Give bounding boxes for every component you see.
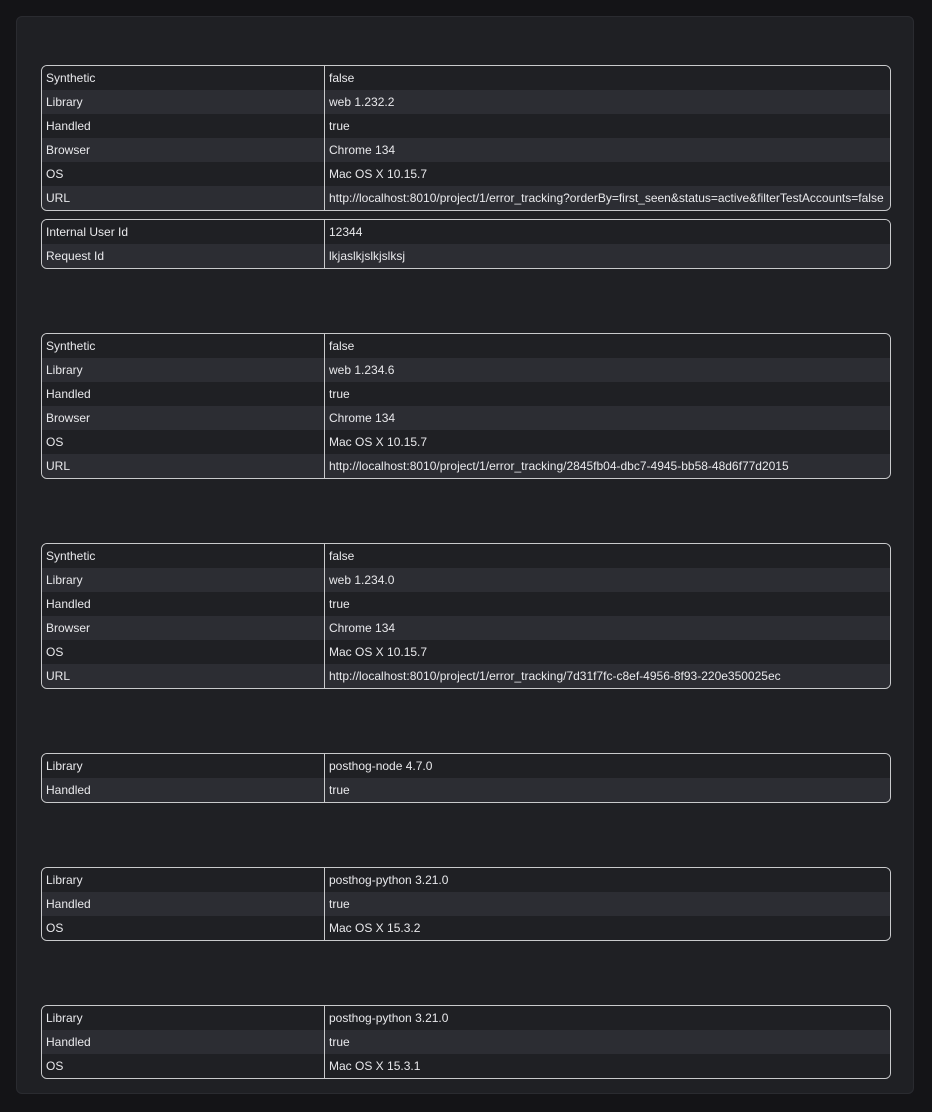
property-key: Library xyxy=(42,90,325,114)
property-row: Handled true xyxy=(42,1030,890,1054)
property-row: URL http://localhost:8010/project/1/erro… xyxy=(42,186,890,210)
property-key: Synthetic xyxy=(42,334,325,358)
property-key: Library xyxy=(42,1006,325,1030)
property-row: OS Mac OS X 10.15.7 xyxy=(42,640,890,664)
property-value: Mac OS X 10.15.7 xyxy=(329,645,428,659)
property-key: Handled xyxy=(42,114,325,138)
property-key: Handled xyxy=(42,892,325,916)
property-row: OS Mac OS X 10.15.7 xyxy=(42,162,890,186)
properties-table: Library posthog-python 3.21.0 Handled tr… xyxy=(41,1005,891,1079)
property-value: false xyxy=(329,71,355,85)
property-key: Handled xyxy=(42,778,325,802)
properties-table: Synthetic false Library web 1.234.0 Hand… xyxy=(41,543,891,689)
property-row: Handled true xyxy=(42,778,890,802)
property-row: Handled true xyxy=(42,592,890,616)
property-value: false xyxy=(329,339,355,353)
property-row: OS Mac OS X 15.3.1 xyxy=(42,1054,890,1078)
property-key: Internal User Id xyxy=(42,220,325,244)
property-value: true xyxy=(329,597,350,611)
property-row: Handled true xyxy=(42,892,890,916)
property-value: lkjaslkjslkjslksj xyxy=(329,249,406,263)
property-key: Browser xyxy=(42,616,325,640)
property-value: Mac OS X 10.15.7 xyxy=(329,435,428,449)
property-row: Synthetic false xyxy=(42,334,890,358)
property-key: Browser xyxy=(42,138,325,162)
property-key: URL xyxy=(42,186,325,210)
property-value: 12344 xyxy=(329,225,363,239)
property-row: Library web 1.234.6 xyxy=(42,358,890,382)
property-value: web 1.234.0 xyxy=(329,573,395,587)
properties-table: Library posthog-node 4.7.0 Handled true xyxy=(41,753,891,803)
property-value: Chrome 134 xyxy=(329,621,396,635)
property-value: Mac OS X 15.3.1 xyxy=(329,1059,421,1073)
property-key: OS xyxy=(42,162,325,186)
property-value: true xyxy=(329,387,350,401)
property-row: Handled true xyxy=(42,382,890,406)
property-key: Synthetic xyxy=(42,544,325,568)
property-key: Handled xyxy=(42,592,325,616)
property-row: URL http://localhost:8010/project/1/erro… xyxy=(42,664,890,688)
property-row: Browser Chrome 134 xyxy=(42,406,890,430)
property-key: OS xyxy=(42,916,325,940)
property-value: web 1.234.6 xyxy=(329,363,395,377)
properties-table: Synthetic false Library web 1.232.2 Hand… xyxy=(41,65,891,211)
property-row: OS Mac OS X 10.15.7 xyxy=(42,430,890,454)
property-row: Browser Chrome 134 xyxy=(42,138,890,162)
property-key: Handled xyxy=(42,1030,325,1054)
property-value: true xyxy=(329,783,350,797)
property-row: Browser Chrome 134 xyxy=(42,616,890,640)
property-row: URL http://localhost:8010/project/1/erro… xyxy=(42,454,890,478)
property-key: URL xyxy=(42,454,325,478)
property-value-url[interactable]: http://localhost:8010/project/1/error_tr… xyxy=(325,454,890,478)
property-key: Library xyxy=(42,358,325,382)
property-key: OS xyxy=(42,430,325,454)
property-value: posthog-node 4.7.0 xyxy=(329,759,433,773)
property-value: false xyxy=(329,549,355,563)
property-key: Synthetic xyxy=(42,66,325,90)
property-row: Internal User Id 12344 xyxy=(42,220,890,244)
property-value: Chrome 134 xyxy=(329,143,396,157)
property-row: Synthetic false xyxy=(42,544,890,568)
property-value: Mac OS X 15.3.2 xyxy=(329,921,421,935)
property-key: URL xyxy=(42,664,325,688)
property-value: posthog-python 3.21.0 xyxy=(329,1011,449,1025)
property-value: true xyxy=(329,1035,350,1049)
properties-table: Library posthog-python 3.21.0 Handled tr… xyxy=(41,867,891,941)
properties-table: Synthetic false Library web 1.234.6 Hand… xyxy=(41,333,891,479)
property-value: web 1.232.2 xyxy=(329,95,395,109)
property-row: Library posthog-python 3.21.0 xyxy=(42,868,890,892)
property-key: Library xyxy=(42,754,325,778)
properties-panel: Synthetic false Library web 1.232.2 Hand… xyxy=(16,16,914,1094)
property-value: Mac OS X 10.15.7 xyxy=(329,167,428,181)
property-row: OS Mac OS X 15.3.2 xyxy=(42,916,890,940)
property-row: Library posthog-node 4.7.0 xyxy=(42,754,890,778)
property-key: Library xyxy=(42,868,325,892)
property-key: Browser xyxy=(42,406,325,430)
properties-table: Internal User Id 12344 Request Id lkjasl… xyxy=(41,219,891,269)
property-key: Handled xyxy=(42,382,325,406)
property-row: Library web 1.232.2 xyxy=(42,90,890,114)
property-row: Handled true xyxy=(42,114,890,138)
property-value: posthog-python 3.21.0 xyxy=(329,873,449,887)
property-row: Library web 1.234.0 xyxy=(42,568,890,592)
property-value-url[interactable]: http://localhost:8010/project/1/error_tr… xyxy=(325,664,890,688)
property-key: Request Id xyxy=(42,244,325,268)
property-row: Library posthog-python 3.21.0 xyxy=(42,1006,890,1030)
property-row: Synthetic false xyxy=(42,66,890,90)
property-row: Request Id lkjaslkjslkjslksj xyxy=(42,244,890,268)
property-value-url[interactable]: http://localhost:8010/project/1/error_tr… xyxy=(325,186,890,210)
property-value: true xyxy=(329,897,350,911)
property-value: Chrome 134 xyxy=(329,411,396,425)
property-value: true xyxy=(329,119,350,133)
property-key: Library xyxy=(42,568,325,592)
property-key: OS xyxy=(42,640,325,664)
property-key: OS xyxy=(42,1054,325,1078)
